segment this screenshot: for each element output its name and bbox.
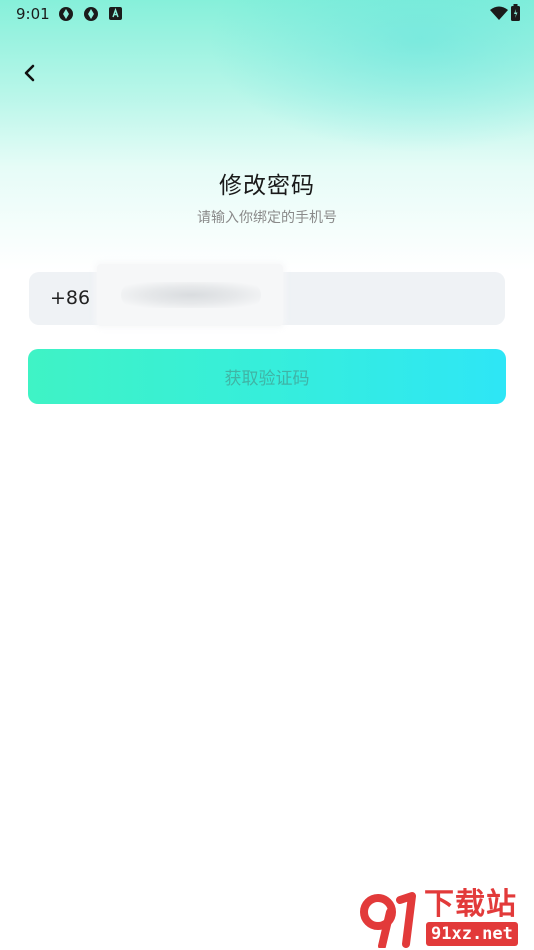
site-logo-icon: [360, 892, 416, 948]
change-password-screen: 9:01 修改密码 请输入你绑定的手机号 +86 获取验证码 下载站 91xz.…: [0, 0, 534, 950]
aperture-icon: [59, 7, 73, 21]
watermark-title: 下载站: [424, 887, 517, 922]
wifi-icon: [490, 6, 508, 20]
country-code[interactable]: +86: [50, 287, 90, 309]
chevron-left-icon: [24, 64, 35, 82]
site-watermark: 下载站 91xz.net: [360, 888, 530, 950]
status-bar: 9:01: [0, 0, 534, 28]
battery-icon: [511, 4, 520, 21]
a-box-icon: [109, 7, 122, 20]
get-verification-code-button[interactable]: 获取验证码: [28, 349, 506, 404]
back-button[interactable]: [16, 58, 44, 88]
header-gradient-background: [0, 0, 534, 270]
page-title: 修改密码: [219, 173, 315, 199]
status-time: 9:01: [16, 5, 50, 23]
aperture-icon: [84, 7, 98, 21]
page-subtitle: 请输入你绑定的手机号: [197, 210, 337, 226]
watermark-url: 91xz.net: [426, 922, 518, 946]
redacted-phone-number: [97, 264, 283, 326]
